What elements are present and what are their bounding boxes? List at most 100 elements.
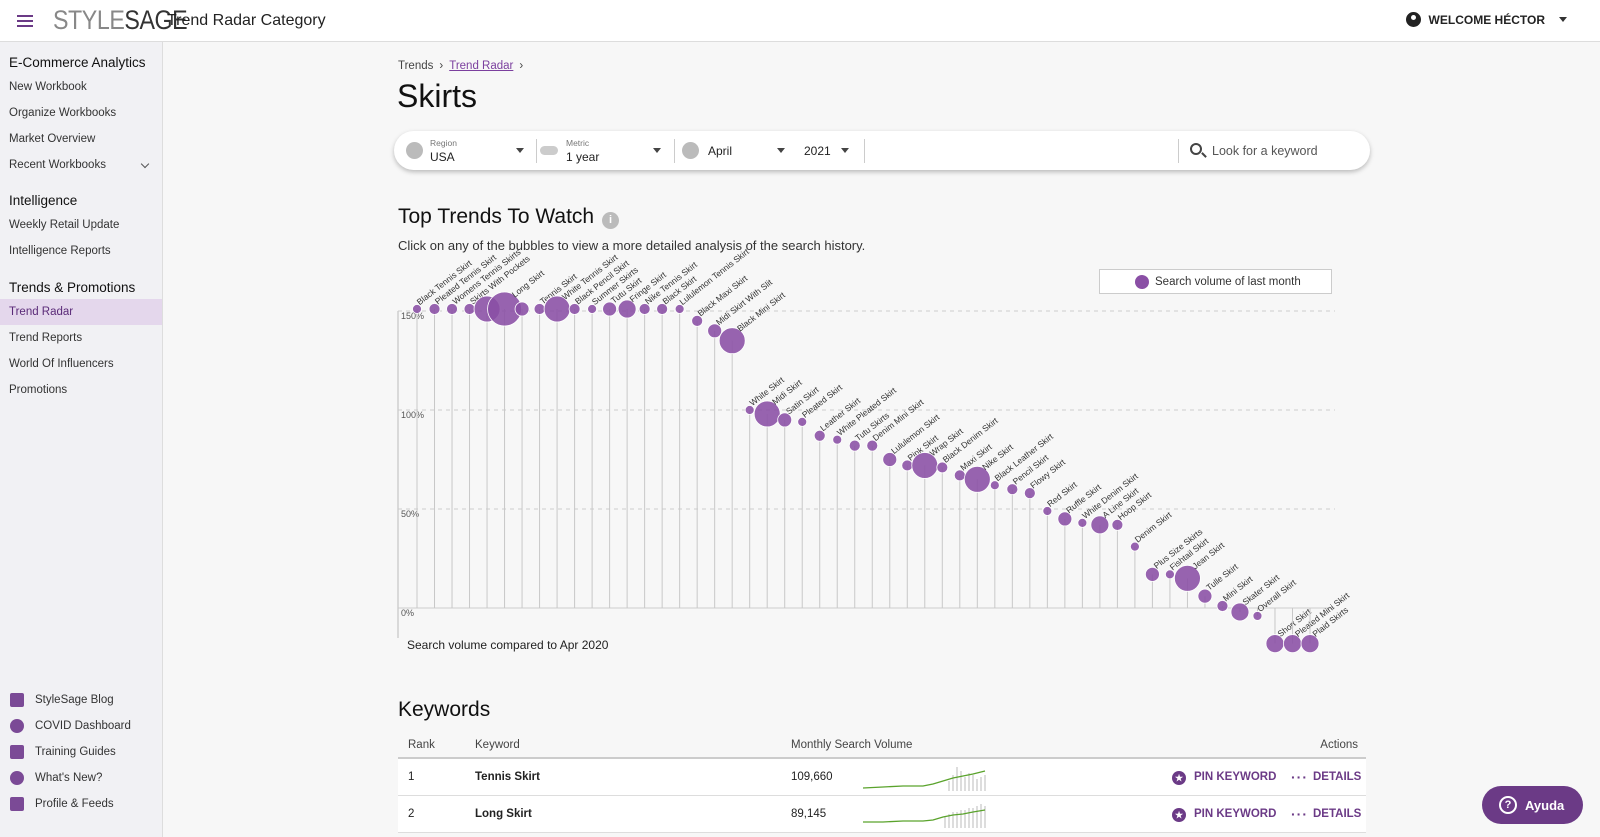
chart-caption: Search volume compared to Apr 2020 <box>407 638 609 652</box>
row-volume: 109,660 <box>791 771 833 783</box>
pin-keyword-button[interactable]: ★ PIN KEYWORD <box>1172 759 1276 796</box>
help-icon: ? <box>1499 796 1517 814</box>
page-title: Skirts <box>397 78 477 114</box>
sidebar-item-profile-feeds[interactable]: Profile & Feeds <box>0 791 162 817</box>
sidebar-item-training-guides[interactable]: Training Guides <box>0 739 162 765</box>
metric-label: Metric <box>566 138 590 148</box>
sidebar-heading-trends: Trends & Promotions <box>9 280 136 295</box>
y-tick-label: 50% <box>401 509 419 519</box>
caret-down-icon <box>1559 17 1567 22</box>
sidebar-heading-intelligence: Intelligence <box>9 193 78 208</box>
caret-down-icon <box>653 148 661 153</box>
app-title: Trend Radar Category <box>167 12 326 29</box>
sidebar-item-label: Profile & Feeds <box>35 798 114 810</box>
trend-bubble-chart: 0%50%100%150%Black Tennis SkirtPleated T… <box>397 246 1352 654</box>
row-keyword[interactable]: Tennis Skirt <box>475 759 540 796</box>
breadcrumb-trends[interactable]: Trends <box>398 60 433 72</box>
blog-icon <box>10 693 24 707</box>
more-icon: ··· <box>1291 806 1308 822</box>
region-select[interactable]: Region USA <box>394 131 532 170</box>
chevron-right-icon: › <box>519 60 524 72</box>
sidebar-item-recent-workbooks[interactable]: Recent Workbooks <box>0 152 162 178</box>
region-label: Region <box>430 138 457 148</box>
table-row[interactable]: 1 Tennis Skirt 109,660 ★ PIN KEYWORD ··· D… <box>398 759 1366 796</box>
history-icon <box>682 142 699 159</box>
column-keyword[interactable]: Keyword <box>475 733 520 757</box>
sidebar-item-weekly-retail-update[interactable]: Weekly Retail Update <box>0 212 162 238</box>
volume-sparkline <box>863 804 986 828</box>
keyword-search-input[interactable]: Look for a keyword <box>1188 131 1358 170</box>
legend-swatch <box>1135 275 1149 289</box>
trend-bubble[interactable] <box>514 301 530 317</box>
sidebar-item-world-of-influencers[interactable]: World Of Influencers <box>0 351 162 377</box>
search-icon <box>1190 143 1202 155</box>
legend-label: Search volume of last month <box>1155 275 1301 288</box>
welcome-text: WELCOME HÉCTOR <box>1428 12 1545 27</box>
metric-value: 1 year <box>566 150 600 164</box>
pin-keyword-button[interactable]: ★ PIN KEYWORD <box>1172 796 1276 833</box>
sidebar-item-blog[interactable]: StyleSage Blog <box>0 687 162 713</box>
sidebar-item-label: What's New? <box>35 772 103 784</box>
sidebar-item-trend-reports[interactable]: Trend Reports <box>0 325 162 351</box>
caret-down-icon <box>777 148 785 153</box>
compass-icon <box>406 142 423 159</box>
sidebar-item-intelligence-reports[interactable]: Intelligence Reports <box>0 238 162 264</box>
month-select[interactable]: April <box>682 131 790 170</box>
account-icon <box>1405 12 1421 27</box>
y-tick-label: 150% <box>401 311 424 321</box>
sidebar-item-trend-radar[interactable]: Trend Radar <box>0 299 162 325</box>
bubble-label: Denim Skirt <box>1133 509 1174 544</box>
divider <box>864 139 865 163</box>
gauge-icon <box>10 719 24 733</box>
details-button[interactable]: ··· DETAILS <box>1291 759 1361 796</box>
sidebar-item-promotions[interactable]: Promotions <box>0 377 162 403</box>
toggle-icon <box>540 146 558 155</box>
details-label: DETAILS <box>1313 808 1362 820</box>
sidebar-item-label: Recent Workbooks <box>9 159 106 171</box>
book-icon <box>10 745 24 759</box>
chevron-right-icon: › <box>439 60 444 72</box>
user-menu[interactable]: WELCOME HÉCTOR <box>1405 12 1567 27</box>
sidebar-item-label: StyleSage Blog <box>35 694 114 706</box>
caret-down-icon <box>516 148 524 153</box>
keywords-title: Keywords <box>398 698 491 721</box>
row-volume: 89,145 <box>791 808 827 820</box>
menu-icon[interactable] <box>17 14 33 27</box>
help-label: Ayuda <box>1525 797 1565 813</box>
details-label: DETAILS <box>1313 771 1362 783</box>
breadcrumb-trend-radar[interactable]: Trend Radar <box>449 60 513 72</box>
details-button[interactable]: ··· DETAILS <box>1291 796 1361 833</box>
sidebar-item-new-workbook[interactable]: New Workbook <box>0 74 162 100</box>
divider <box>536 139 537 163</box>
sidebar-bottom-links: StyleSage Blog COVID Dashboard Training … <box>0 687 162 817</box>
month-value: April <box>708 144 733 158</box>
sidebar-item-whats-new[interactable]: What's New? <box>0 765 162 791</box>
divider <box>674 139 675 163</box>
volume-sparkline <box>863 767 986 791</box>
search-placeholder: Look for a keyword <box>1212 144 1318 158</box>
sidebar-heading-ecommerce: E-Commerce Analytics <box>9 55 146 70</box>
top-trends-title: Top Trends To Watch <box>398 205 595 228</box>
sidebar-item-covid-dashboard[interactable]: COVID Dashboard <box>0 713 162 739</box>
help-button[interactable]: ? Ayuda <box>1482 786 1583 824</box>
top-bar: STYLESAGE Trend Radar Category WELCOME H… <box>0 0 1600 42</box>
region-value: USA <box>430 150 455 164</box>
divider <box>1178 139 1179 163</box>
metric-select[interactable]: Metric 1 year <box>540 131 670 170</box>
table-row[interactable]: 2 Long Skirt 89,145 ★ PIN KEYWORD ··· DETA… <box>398 796 1366 833</box>
pin-label: PIN KEYWORD <box>1194 808 1277 820</box>
pin-icon: ★ <box>1172 771 1186 785</box>
row-keyword[interactable]: Long Skirt <box>475 796 532 833</box>
column-rank[interactable]: Rank <box>408 733 435 757</box>
chart-legend: Search volume of last month <box>1099 269 1332 294</box>
column-actions: Actions <box>1320 739 1358 751</box>
column-volume[interactable]: Monthly Search Volume <box>791 733 912 757</box>
row-rank: 2 <box>408 808 415 820</box>
sidebar-item-organize-workbooks[interactable]: Organize Workbooks <box>0 100 162 126</box>
info-icon[interactable]: i <box>602 212 619 229</box>
year-select[interactable]: 2021 <box>804 131 864 170</box>
keywords-table: Rank Keyword Monthly Search Volume Actio… <box>398 733 1366 833</box>
breadcrumb: Trends › Trend Radar › <box>398 60 523 72</box>
sidebar-item-market-overview[interactable]: Market Overview <box>0 126 162 152</box>
y-tick-label: 100% <box>401 410 424 420</box>
